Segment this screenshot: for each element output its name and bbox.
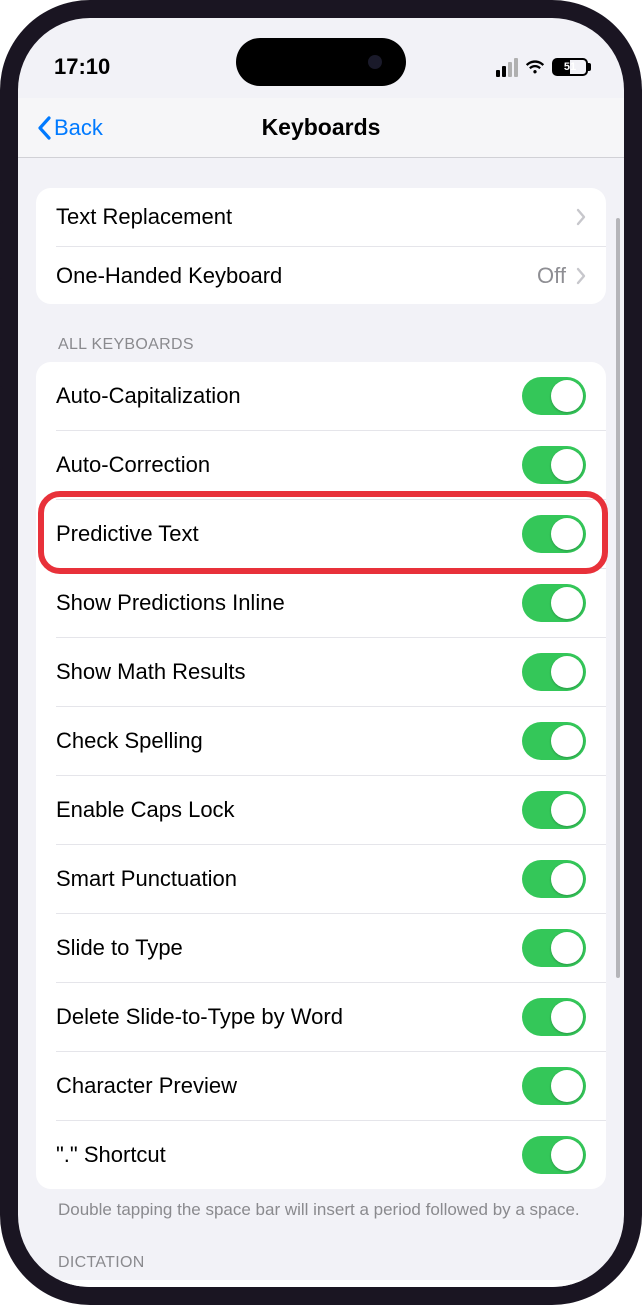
- period-shortcut-row: "." Shortcut: [56, 1120, 606, 1189]
- status-time: 17:10: [54, 54, 110, 80]
- chevron-right-icon: [576, 208, 586, 226]
- scroll-indicator: [616, 218, 620, 978]
- row-label: One-Handed Keyboard: [56, 263, 282, 289]
- general-group: Text Replacement One-Handed Keyboard Off: [36, 188, 606, 304]
- auto-correction-toggle[interactable]: [522, 446, 586, 484]
- back-button[interactable]: Back: [36, 115, 103, 141]
- row-label: Show Predictions Inline: [56, 590, 285, 616]
- slide-to-type-toggle[interactable]: [522, 929, 586, 967]
- row-label: Text Replacement: [56, 204, 232, 230]
- row-label: Delete Slide-to-Type by Word: [56, 1004, 343, 1030]
- row-label: Show Math Results: [56, 659, 246, 685]
- row-label: Smart Punctuation: [56, 866, 237, 892]
- battery-level: 51: [554, 61, 586, 73]
- battery-icon: 51: [552, 58, 588, 76]
- enable-caps-lock-toggle[interactable]: [522, 791, 586, 829]
- character-preview-toggle[interactable]: [522, 1067, 586, 1105]
- slide-to-type-row: Slide to Type: [56, 913, 606, 982]
- page-title: Keyboards: [262, 114, 381, 141]
- one-handed-keyboard-row[interactable]: One-Handed Keyboard Off: [56, 246, 606, 304]
- auto-capitalization-toggle[interactable]: [522, 377, 586, 415]
- wifi-icon: [524, 59, 546, 75]
- period-shortcut-footer: Double tapping the space bar will insert…: [58, 1199, 584, 1222]
- row-label: Character Preview: [56, 1073, 237, 1099]
- chevron-right-icon: [576, 267, 586, 285]
- screen: 17:10 51 Back Keyboards: [18, 18, 624, 1287]
- volume-up-button: [0, 278, 3, 362]
- auto-capitalization-row: Auto-Capitalization: [36, 362, 606, 430]
- phone-frame: 17:10 51 Back Keyboards: [0, 0, 642, 1305]
- all-keyboards-header: ALL KEYBOARDS: [58, 336, 606, 354]
- character-preview-row: Character Preview: [56, 1051, 606, 1120]
- dictation-group: Enable Dictation Auto-Punctuation: [36, 1280, 606, 1287]
- auto-correction-row: Auto-Correction: [56, 430, 606, 499]
- navigation-bar: Back Keyboards: [18, 98, 624, 158]
- predictive-text-row: Predictive Text: [56, 499, 606, 568]
- delete-slide-to-type-row: Delete Slide-to-Type by Word: [56, 982, 606, 1051]
- status-indicators: 51: [496, 58, 588, 77]
- period-shortcut-toggle[interactable]: [522, 1136, 586, 1174]
- enable-caps-lock-row: Enable Caps Lock: [56, 775, 606, 844]
- row-label: Predictive Text: [56, 521, 199, 547]
- volume-down-button: [0, 386, 3, 470]
- smart-punctuation-toggle[interactable]: [522, 860, 586, 898]
- dictation-header: DICTATION: [58, 1254, 606, 1272]
- row-label: "." Shortcut: [56, 1142, 166, 1168]
- show-predictions-inline-toggle[interactable]: [522, 584, 586, 622]
- all-keyboards-group: Auto-Capitalization Auto-Correction Pred…: [36, 362, 606, 1189]
- predictive-text-toggle[interactable]: [522, 515, 586, 553]
- cellular-icon: [496, 58, 518, 77]
- show-math-results-row: Show Math Results: [56, 637, 606, 706]
- enable-dictation-row: Enable Dictation: [36, 1280, 606, 1287]
- row-label: Auto-Capitalization: [56, 383, 241, 409]
- dynamic-island: [236, 38, 406, 86]
- settings-content[interactable]: Text Replacement One-Handed Keyboard Off: [18, 158, 624, 1287]
- row-label: Check Spelling: [56, 728, 203, 754]
- row-label: Auto-Correction: [56, 452, 210, 478]
- show-predictions-inline-row: Show Predictions Inline: [56, 568, 606, 637]
- row-value: Off: [537, 263, 566, 289]
- row-label: Slide to Type: [56, 935, 183, 961]
- check-spelling-toggle[interactable]: [522, 722, 586, 760]
- delete-slide-to-type-toggle[interactable]: [522, 998, 586, 1036]
- smart-punctuation-row: Smart Punctuation: [56, 844, 606, 913]
- check-spelling-row: Check Spelling: [56, 706, 606, 775]
- row-label: Enable Caps Lock: [56, 797, 235, 823]
- chevron-left-icon: [36, 116, 52, 140]
- silence-switch: [0, 180, 3, 224]
- text-replacement-row[interactable]: Text Replacement: [36, 188, 606, 246]
- back-label: Back: [54, 115, 103, 141]
- show-math-results-toggle[interactable]: [522, 653, 586, 691]
